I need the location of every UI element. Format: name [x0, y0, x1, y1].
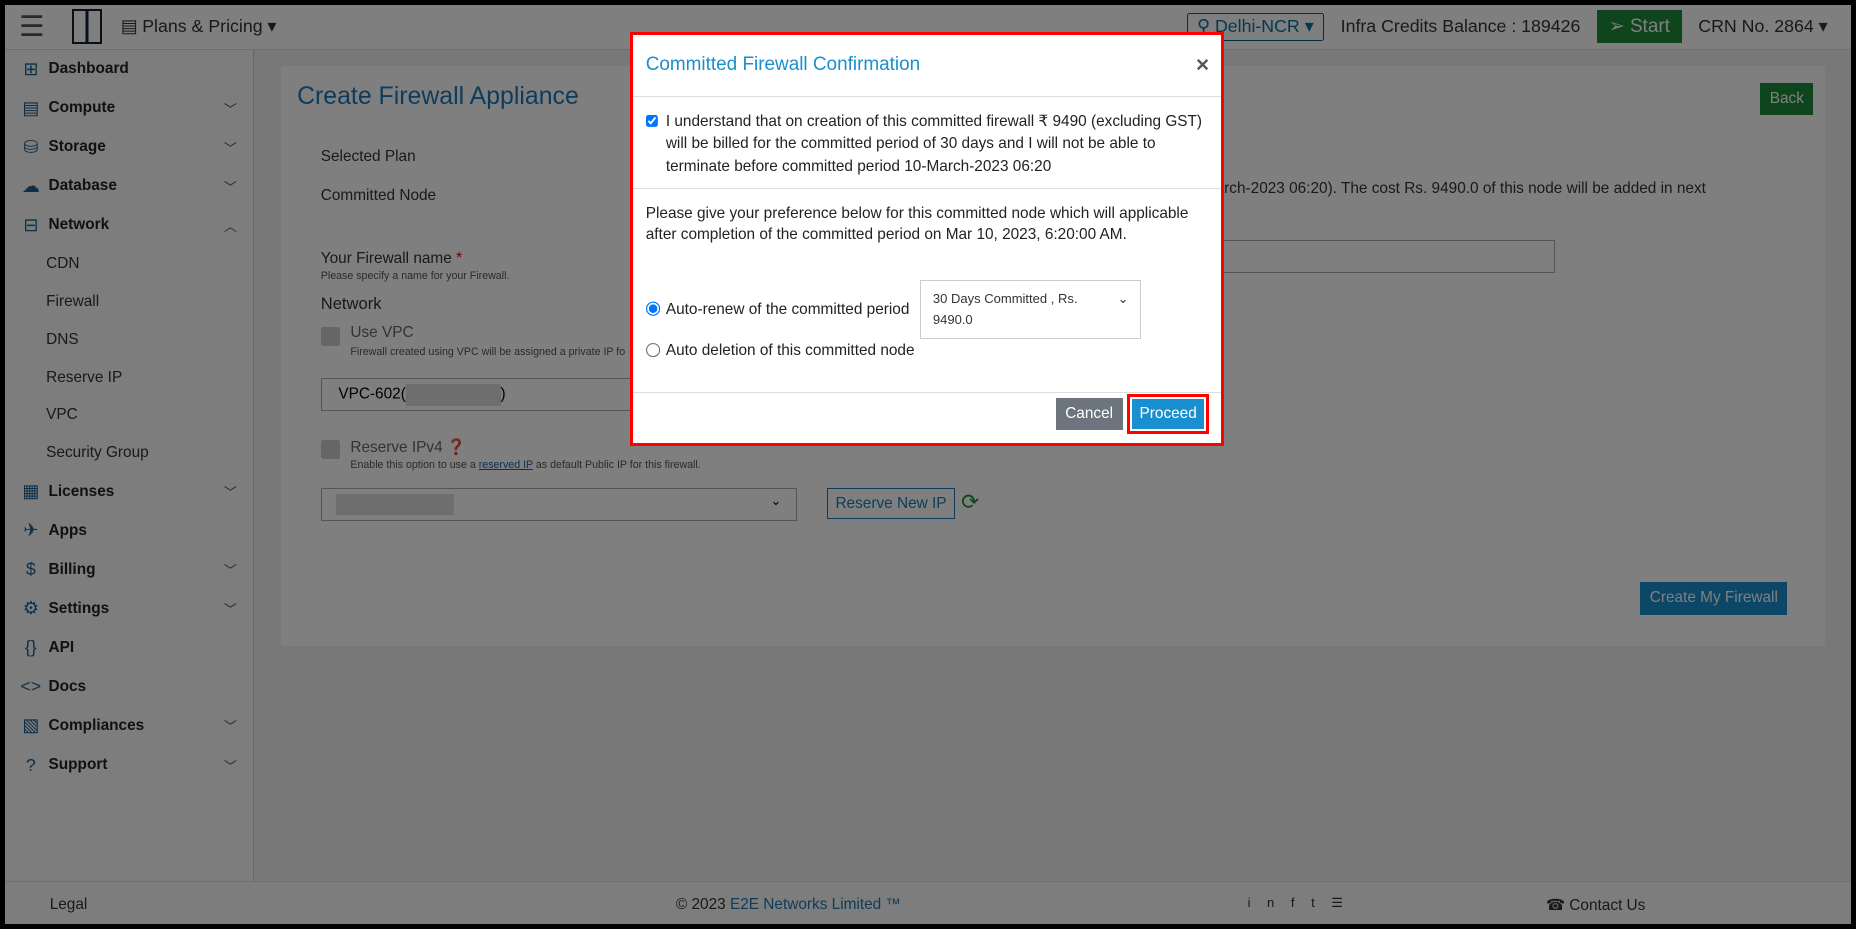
auto-delete-label: Auto deletion of this committed node [665, 342, 915, 360]
plan-option: 30 Days Committed , Rs. 9490.0 [932, 290, 1078, 328]
proceed-highlight: Proceed [1127, 393, 1210, 434]
agree-checkbox[interactable] [645, 115, 659, 129]
close-icon[interactable]: × [1196, 52, 1209, 78]
chevron-down-icon: ⌄ [1117, 290, 1129, 306]
committed-firewall-modal: Committed Firewall Confirmation × I unde… [629, 31, 1224, 447]
committed-plan-select[interactable]: 30 Days Committed , Rs. 9490.0 ⌄ [920, 279, 1142, 339]
app: ☰ ▤Plans & Pricing▾ ⚲ Delhi-NCR ▾ Infra … [4, 4, 1852, 925]
auto-delete-radio[interactable] [645, 343, 662, 359]
auto-renew-label: Auto-renew of the committed period [665, 300, 910, 318]
modal-title: Committed Firewall Confirmation [632, 35, 1221, 97]
preference-text: Please give your preference below for th… [645, 204, 1189, 244]
agree-text: I understand that on creation of this co… [665, 112, 1203, 175]
cancel-button[interactable]: Cancel [1055, 397, 1123, 430]
proceed-button[interactable]: Proceed [1131, 397, 1205, 430]
auto-renew-radio[interactable] [645, 301, 662, 317]
